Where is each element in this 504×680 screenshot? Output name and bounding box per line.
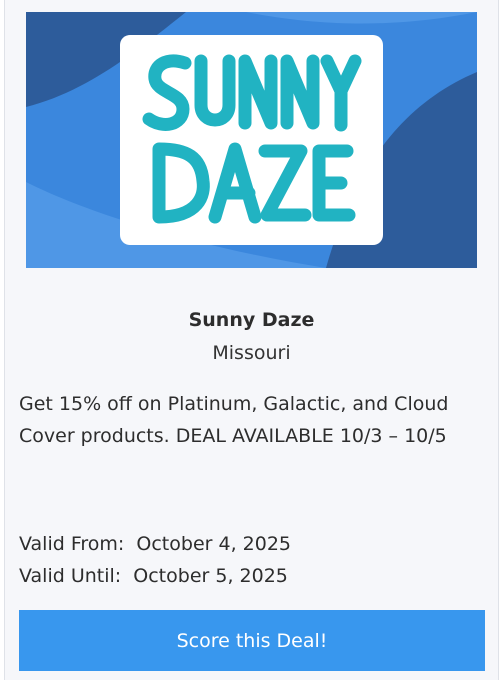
valid-from-date: October 4, 2025 [136, 533, 292, 555]
deal-banner-image [26, 12, 477, 268]
score-deal-button[interactable]: Score this Deal! [19, 610, 485, 671]
sunny-daze-logo-icon [142, 54, 361, 224]
valid-from-label: Valid From: [19, 533, 125, 555]
brand-logo [120, 35, 383, 245]
valid-until-date: October 5, 2025 [133, 565, 288, 587]
brand-name: Sunny Daze [188, 309, 315, 331]
valid-from-row: Valid From: October 4, 2025 [19, 533, 291, 555]
deal-description: Get 15% off on Platinum, Galactic, and C… [19, 393, 449, 447]
valid-until-row: Valid Until: October 5, 2025 [19, 565, 288, 587]
deal-card: Sunny Daze Missouri Get 15% off on Plati… [4, 0, 499, 680]
deal-location: Missouri [212, 342, 291, 364]
valid-until-label: Valid Until: [19, 565, 122, 587]
